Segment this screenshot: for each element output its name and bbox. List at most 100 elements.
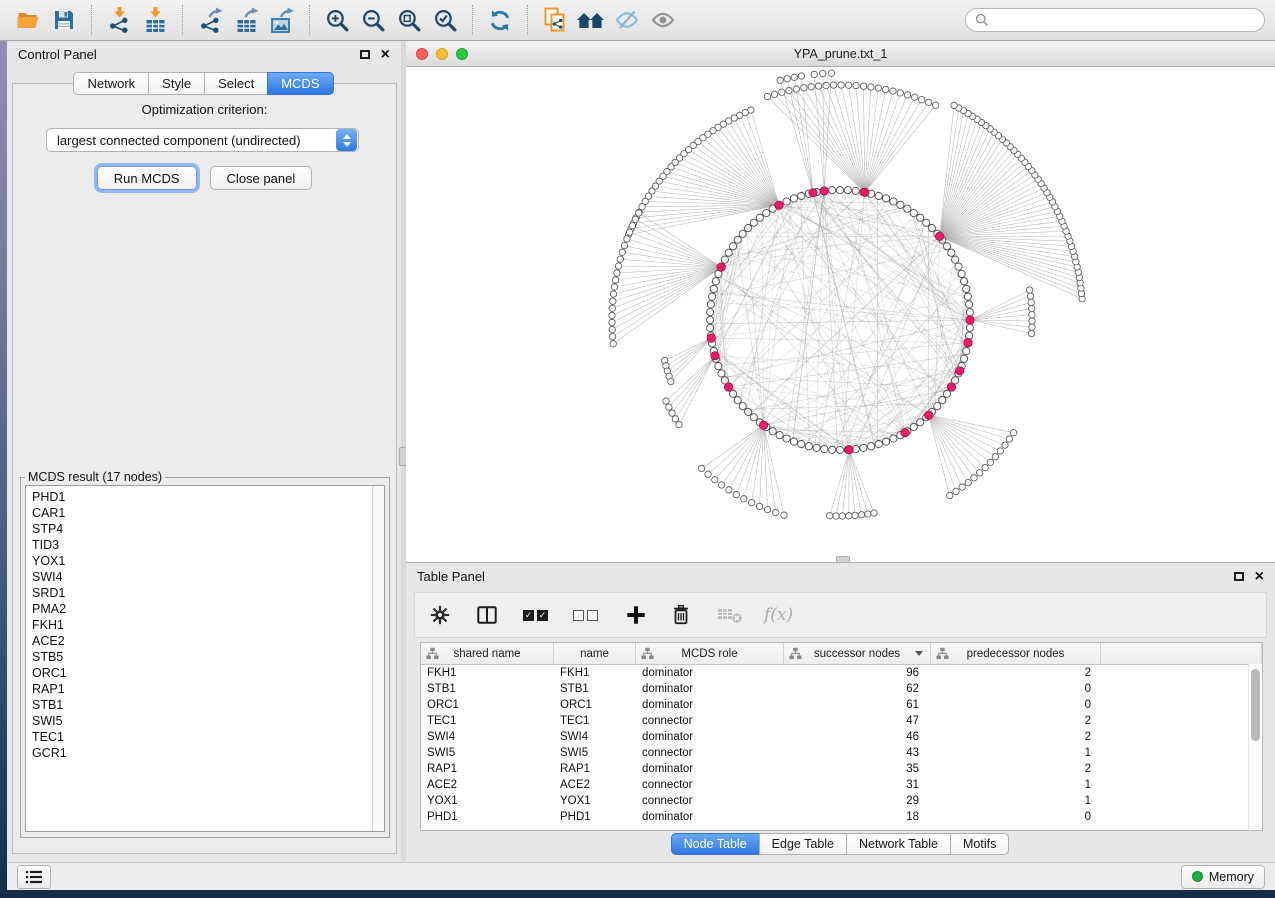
network-node[interactable] [769,428,776,435]
network-node[interactable] [904,205,911,212]
mcds-node[interactable] [707,334,715,342]
table-row[interactable]: PHD1PHD1dominator180 [421,809,1262,825]
network-leaf-node[interactable] [619,249,625,255]
table-scrollbar[interactable] [1248,664,1262,830]
network-leaf-node[interactable] [621,242,627,248]
select-all-columns-icon[interactable]: ✓✓ [523,610,548,621]
export-image-icon[interactable] [264,4,300,36]
mcds-node[interactable] [845,446,853,454]
network-node[interactable] [734,397,741,404]
network-leaf-node[interactable] [612,277,618,283]
network-node[interactable] [958,270,965,277]
mcds-result-item[interactable]: SWI4 [32,569,384,585]
network-leaf-node[interactable] [1027,293,1033,299]
network-node[interactable] [721,256,728,263]
network-node[interactable] [745,225,752,232]
network-leaf-node[interactable] [971,475,977,481]
column-header-predecessor-nodes[interactable]: predecessor nodes [931,643,1101,664]
tab-network[interactable]: Network [73,72,149,95]
table-row[interactable]: STB1STB1dominator620 [421,681,1262,697]
network-leaf-node[interactable] [614,270,620,276]
network-leaf-node[interactable] [845,82,851,88]
network-node[interactable] [729,243,736,250]
network-leaf-node[interactable] [773,509,779,515]
network-leaf-node[interactable] [811,71,817,77]
network-leaf-node[interactable] [626,229,632,235]
table-row[interactable]: TEC1TEC1connector472 [421,713,1262,729]
search-input[interactable] [995,12,1255,28]
refresh-view-icon[interactable] [482,4,518,36]
network-leaf-node[interactable] [764,506,770,512]
mcds-result-item[interactable]: GCR1 [32,745,384,761]
mcds-result-item[interactable]: PHD1 [32,489,384,505]
close-window-icon[interactable] [416,48,428,60]
table-row[interactable]: RAP1RAP1dominator352 [421,761,1262,777]
clone-network-icon[interactable] [537,4,573,36]
network-leaf-node[interactable] [890,88,896,94]
network-leaf-node[interactable] [1029,324,1035,330]
network-node[interactable] [706,316,713,323]
sort-descending-icon[interactable] [915,651,923,656]
network-node[interactable] [798,441,805,448]
network-node[interactable] [739,230,746,237]
network-leaf-node[interactable] [610,291,616,297]
mcds-result-item[interactable]: STP4 [32,521,384,537]
network-leaf-node[interactable] [777,77,783,83]
table-settings-icon[interactable] [429,604,451,626]
network-node[interactable] [829,446,836,453]
mcds-node[interactable] [935,232,943,240]
network-leaf-node[interactable] [741,496,747,502]
network-node[interactable] [715,363,722,370]
network-leaf-node[interactable] [897,90,903,96]
zoom-in-icon[interactable] [319,4,355,36]
network-leaf-node[interactable] [839,513,845,519]
network-node[interactable] [707,301,714,308]
network-leaf-node[interactable] [609,319,615,325]
network-leaf-node[interactable] [852,512,858,518]
mcds-list-scrollbar[interactable] [372,486,384,831]
network-leaf-node[interactable] [919,97,925,103]
table-row[interactable]: FKH1FKH1dominator962 [421,665,1262,681]
network-leaf-node[interactable] [830,82,836,88]
zoom-selected-icon[interactable] [427,4,463,36]
network-leaf-node[interactable] [698,465,704,471]
network-leaf-node[interactable] [793,86,799,92]
network-leaf-node[interactable] [932,102,938,108]
network-node[interactable] [910,423,917,430]
network-leaf-node[interactable] [779,89,785,95]
network-leaf-node[interactable] [663,398,669,404]
network-node[interactable] [928,225,935,232]
network-node[interactable] [963,285,970,292]
column-header-name[interactable]: name [554,643,636,664]
show-all-icon[interactable] [645,4,681,36]
table-scrollbar-thumb[interactable] [1251,669,1260,741]
mcds-result-item[interactable]: YOX1 [32,553,384,569]
table-row[interactable]: ORC1ORC1dominator610 [421,697,1262,713]
mcds-node[interactable] [964,338,972,346]
mcds-node[interactable] [820,187,828,195]
network-leaf-node[interactable] [953,488,959,494]
zoom-out-icon[interactable] [355,4,391,36]
network-leaf-node[interactable] [801,85,807,91]
network-node[interactable] [836,446,843,453]
mcds-node[interactable] [861,188,869,196]
mcds-node[interactable] [901,428,909,436]
network-leaf-node[interactable] [764,93,770,99]
network-node[interactable] [890,198,897,205]
network-leaf-node[interactable] [748,500,754,506]
network-leaf-node[interactable] [733,491,739,497]
network-leaf-node[interactable] [676,421,682,427]
tab-style[interactable]: Style [148,72,205,95]
mcds-result-item[interactable]: TEC1 [32,729,384,745]
network-node[interactable] [883,438,890,445]
network-node[interactable] [776,432,783,439]
mcds-node[interactable] [775,201,783,209]
network-node[interactable] [739,403,746,410]
network-leaf-node[interactable] [791,74,797,80]
network-node[interactable] [707,324,714,331]
network-leaf-node[interactable] [1010,430,1016,436]
network-leaf-node[interactable] [1028,330,1034,336]
network-node[interactable] [707,309,714,316]
network-node[interactable] [710,285,717,292]
mcds-node[interactable] [925,411,933,419]
